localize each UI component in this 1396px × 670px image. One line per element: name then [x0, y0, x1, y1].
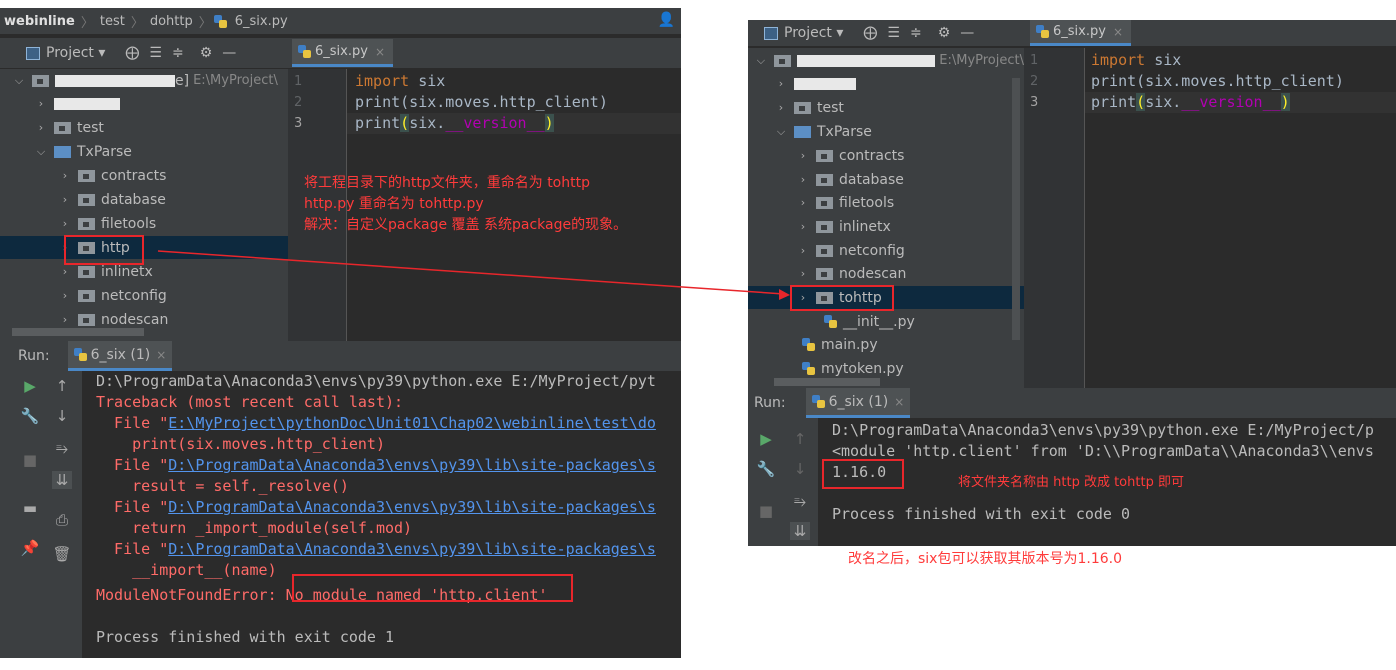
arrow-head	[779, 289, 790, 300]
connector-arrow	[157, 250, 790, 300]
arrow-line	[157, 250, 785, 295]
